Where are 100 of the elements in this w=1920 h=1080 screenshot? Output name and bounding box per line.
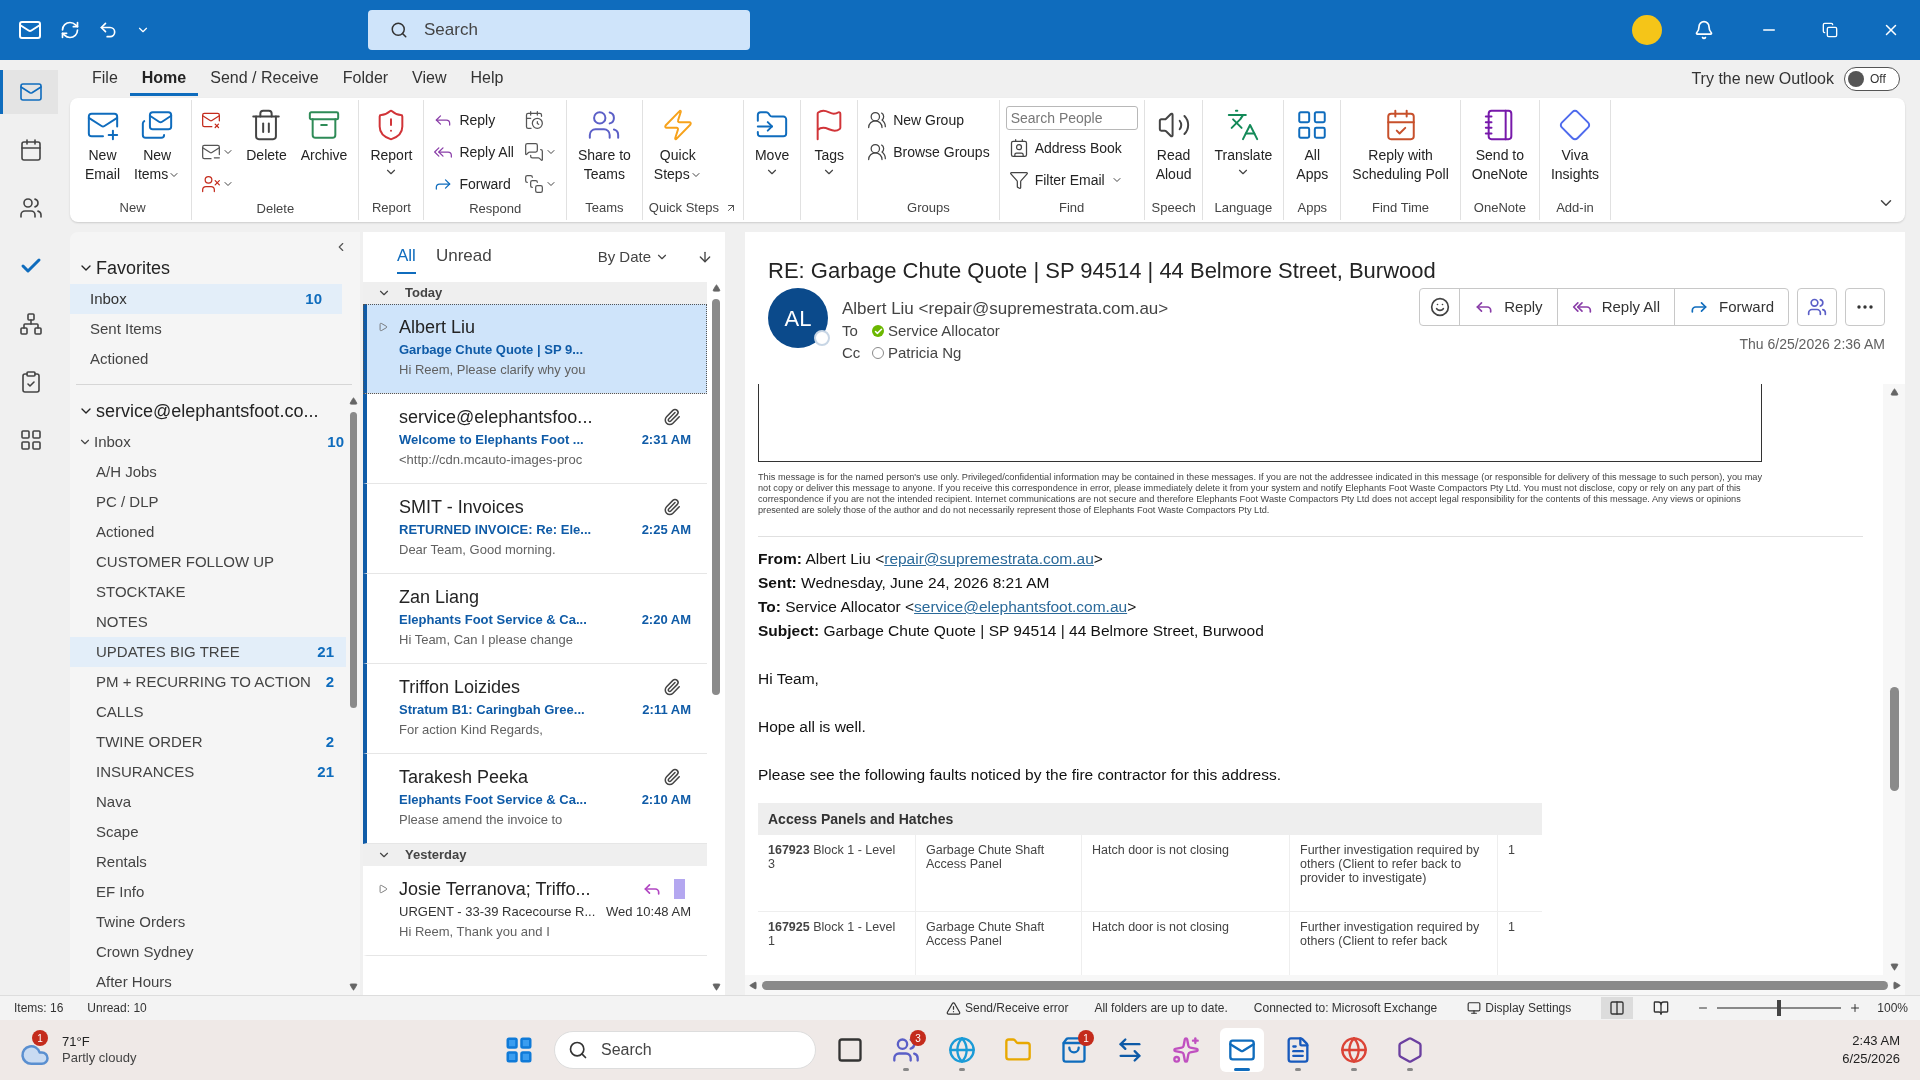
sort-button[interactable]: By Date xyxy=(597,245,669,269)
folder-item[interactable]: Actioned xyxy=(70,344,342,374)
account-header[interactable]: service@elephantsfoot.co... xyxy=(70,395,319,427)
scroll-thumb[interactable] xyxy=(1889,687,1899,791)
folder-item[interactable]: TWINE ORDER 2 xyxy=(70,727,346,757)
folder-item[interactable]: STOCKTAKE xyxy=(70,577,346,607)
message-item[interactable]: Triffon Loizides Stratum B1: Caringbah Gree... 2:11 AM For action Kind Regards, xyxy=(363,664,707,754)
menu-tab[interactable]: File xyxy=(80,62,130,96)
search-field[interactable]: Search xyxy=(368,10,750,50)
menu-tab[interactable]: Help xyxy=(458,62,516,96)
zoom-thumb[interactable] xyxy=(1777,1000,1782,1016)
ribbon-button[interactable]: Send to OneNote xyxy=(1466,106,1533,186)
taskbar-app[interactable]: 1 xyxy=(1052,1028,1096,1072)
message-item[interactable]: Albert Liu Garbage Chute Quote | SP 9... Hi Reem, Please clarify why you xyxy=(363,304,707,394)
folder-item[interactable]: Sent Items xyxy=(70,314,342,344)
taskbar-search-field[interactable]: Search xyxy=(554,1031,816,1069)
folder-item[interactable]: Nava xyxy=(70,787,346,817)
folder-item[interactable]: UPDATES BIG TREE 21 xyxy=(70,637,346,667)
filter-tab[interactable]: All xyxy=(397,240,416,274)
ribbon-button[interactable]: All Apps xyxy=(1290,106,1335,186)
folder-item[interactable]: PM + RECURRING TO ACTION 2 xyxy=(70,667,346,697)
folder-item[interactable]: A/H Jobs xyxy=(70,457,346,487)
ribbon-button[interactable]: Report xyxy=(365,106,418,181)
folder-item[interactable]: EF Info xyxy=(70,877,346,907)
taskbar-app[interactable] xyxy=(1220,1028,1264,1072)
ribbon-button[interactable]: Move xyxy=(749,106,795,181)
avatar-icon[interactable] xyxy=(1632,15,1662,45)
scroll-right-icon[interactable] xyxy=(1892,980,1901,990)
ribbon-button[interactable]: Share to Teams xyxy=(572,106,636,186)
ribbon-button[interactable]: Tags xyxy=(807,106,852,181)
scroll-down-icon[interactable] xyxy=(1889,962,1899,971)
folder-item[interactable]: Inbox 10 xyxy=(70,284,342,314)
zoom-in-icon[interactable] xyxy=(1849,1002,1862,1014)
ribbon-button[interactable]: Translate xyxy=(1209,106,1278,181)
folder-item[interactable]: After Hours xyxy=(70,967,346,995)
folder-item[interactable]: Twine Orders xyxy=(70,907,346,937)
ribbon-button[interactable]: Browse Groups xyxy=(864,138,993,166)
action-button[interactable]: Forward xyxy=(1675,289,1788,325)
sort-direction-icon[interactable] xyxy=(697,249,713,265)
scroll-thumb[interactable] xyxy=(712,299,720,695)
notifications-icon[interactable] xyxy=(1694,20,1714,40)
folder-item[interactable]: Inbox 10 xyxy=(70,427,346,457)
email-link[interactable]: service@elephantsfoot.com.au xyxy=(914,598,1128,615)
ribbon-button[interactable]: Reply All xyxy=(430,138,517,166)
message-item[interactable]: Zan Liang Elephants Foot Service & Ca... 2:20 AM Hi Team, Can I please change xyxy=(363,574,707,664)
scroll-down-icon[interactable] xyxy=(348,982,358,991)
ribbon-button[interactable]: Delete xyxy=(241,106,292,167)
rail-button[interactable] xyxy=(0,70,58,114)
taskbar-app[interactable]: 3 xyxy=(884,1028,928,1072)
email-link[interactable]: repair@supremestrata.com.au xyxy=(884,550,1094,567)
sync-icon[interactable] xyxy=(60,20,80,40)
more-button[interactable] xyxy=(1845,288,1885,326)
folder-item[interactable]: Crown Sydney xyxy=(70,937,346,967)
scroll-up-icon[interactable] xyxy=(711,284,721,293)
ribbon-button[interactable]: Reply with Scheduling Poll xyxy=(1347,106,1454,186)
folder-item[interactable]: Scape xyxy=(70,817,346,847)
folder-item[interactable]: CALLS xyxy=(70,697,346,727)
ribbon-button[interactable]: Address Book xyxy=(1005,134,1138,162)
action-button[interactable]: Reply All xyxy=(1557,289,1675,325)
view-button[interactable] xyxy=(1601,997,1634,1019)
ribbon-button[interactable]: Filter Email xyxy=(1005,166,1138,194)
ribbon-button[interactable]: Viva Insights xyxy=(1545,106,1605,186)
new-outlook-switch[interactable]: Off xyxy=(1844,67,1900,91)
folder-item[interactable]: Rentals xyxy=(70,847,346,877)
ribbon-button[interactable]: Reply xyxy=(430,106,517,134)
menu-tab[interactable]: Send / Receive xyxy=(198,62,331,96)
scroll-thumb[interactable] xyxy=(349,412,357,708)
expand-thread-icon[interactable] xyxy=(378,884,388,894)
ribbon-button[interactable]: Quick Steps xyxy=(648,106,707,186)
ribbon-button[interactable]: New Items xyxy=(129,106,186,186)
group-header[interactable]: Today xyxy=(363,282,707,304)
restore-icon[interactable] xyxy=(1822,22,1838,38)
folder-item[interactable]: CUSTOMER FOLLOW UP xyxy=(70,547,346,577)
filter-tab[interactable]: Unread xyxy=(435,240,492,274)
message-item[interactable]: SMIT - Invoices RETURNED INVOICE: Re: Ele... 2:25 AM Dear Team, Good morning. xyxy=(363,484,707,574)
menu-tab[interactable]: View xyxy=(400,62,459,96)
folder-item[interactable]: PC / DLP xyxy=(70,487,346,517)
scroll-thumb[interactable] xyxy=(762,980,1888,990)
ribbon-button[interactable]: Archive xyxy=(295,106,353,167)
expand-thread-icon[interactable] xyxy=(378,322,388,332)
start-icon[interactable] xyxy=(504,1035,534,1065)
folder-item[interactable]: NOTES xyxy=(70,607,346,637)
ribbon-button[interactable]: New Email xyxy=(80,106,125,186)
scroll-up-icon[interactable] xyxy=(1889,388,1899,397)
menu-tab[interactable]: Folder xyxy=(330,62,401,96)
teams-button[interactable] xyxy=(1797,288,1837,326)
scroll-left-icon[interactable] xyxy=(749,980,758,990)
message-item[interactable]: service@elephantsfoo... Welcome to Elephants Foot ... 2:31 AM <http://cdn.mcauto-images-proc xyxy=(363,394,707,484)
scroll-up-icon[interactable] xyxy=(348,397,358,406)
group-header[interactable]: Yesterday xyxy=(363,844,707,866)
message-item[interactable]: Tarakesh Peeka Elephants Foot Service & Ca... 2:10 AM Please amend the invoice to xyxy=(363,754,707,844)
display-settings-button[interactable]: Display Settings xyxy=(1467,999,1572,1017)
scroll-down-icon[interactable] xyxy=(711,982,721,991)
ribbon-button[interactable]: Forward xyxy=(430,170,517,198)
search-people-field[interactable]: Search People xyxy=(1005,106,1138,130)
favorites-header[interactable]: Favorites xyxy=(70,252,360,284)
action-button[interactable]: Reply xyxy=(1460,289,1558,325)
weather-widget[interactable]: 1 71°F Partly cloudy xyxy=(16,1025,206,1075)
folder-item[interactable]: Actioned xyxy=(70,517,346,547)
undo-icon[interactable] xyxy=(98,20,118,40)
